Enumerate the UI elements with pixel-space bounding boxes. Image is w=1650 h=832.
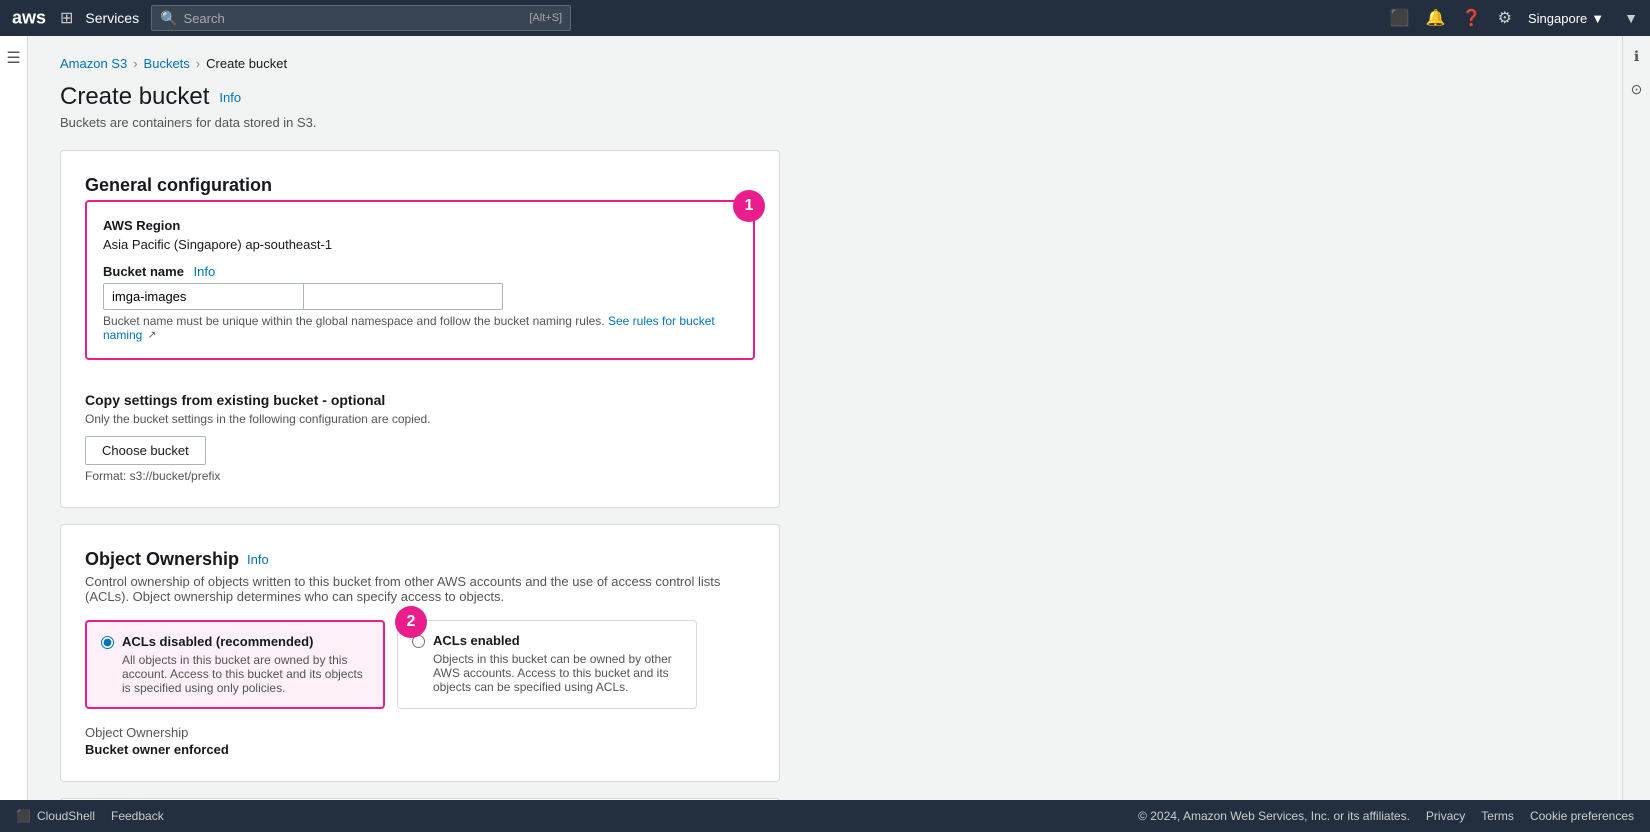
top-navigation: aws ⊞ Services 🔍 [Alt+S] ⬛ 🔔 ❓ ⚙ Singapo… — [0, 0, 1650, 36]
footer-left: ⬛ CloudShell Feedback — [16, 809, 164, 823]
choose-bucket-button[interactable]: Choose bucket — [85, 436, 206, 465]
copy-settings-section: Copy settings from existing bucket - opt… — [85, 392, 755, 483]
bucket-name-label: Bucket name Info — [103, 264, 737, 279]
object-ownership-card: Object Ownership Info Control ownership … — [60, 524, 780, 782]
sidebar-toggle: ☰ — [0, 36, 28, 800]
format-hint: Format: s3://bucket/prefix — [85, 469, 755, 483]
settings-icon[interactable]: ⚙ — [1498, 8, 1512, 28]
page-info-link[interactable]: Info — [219, 90, 241, 105]
bell-icon[interactable]: 🔔 — [1426, 8, 1446, 28]
search-shortcut: [Alt+S] — [529, 12, 562, 24]
footer: ⬛ CloudShell Feedback © 2024, Amazon Web… — [0, 800, 1650, 832]
breadcrumb-sep-2: › — [196, 56, 200, 71]
general-config-title: General configuration — [85, 175, 755, 196]
general-config-card: General configuration 1 AWS Region Asia … — [60, 150, 780, 508]
block-public-access-card: Block Public Access settings for this bu… — [60, 798, 780, 800]
ownership-result-value: Bucket owner enforced — [85, 742, 755, 757]
aws-region-value: Asia Pacific (Singapore) ap-southeast-1 — [103, 237, 737, 252]
acls-disabled-desc: All objects in this bucket are owned by … — [122, 653, 369, 695]
acls-enabled-title: ACLs enabled — [433, 633, 682, 648]
settings-panel-icon[interactable]: ⊙ — [1631, 81, 1643, 98]
breadcrumb: Amazon S3 › Buckets › Create bucket — [60, 56, 1590, 71]
bucket-name-input-row — [103, 283, 737, 310]
acls-disabled-option[interactable]: ACLs disabled (recommended) All objects … — [85, 620, 385, 709]
bucket-name-suffix-input[interactable] — [303, 283, 503, 310]
bucket-name-input[interactable] — [103, 283, 303, 310]
ownership-options: 2 ACLs disabled (recommended) All object… — [85, 620, 755, 709]
general-config-wrapper: 1 AWS Region Asia Pacific (Singapore) ap… — [85, 200, 755, 376]
search-input[interactable] — [184, 11, 526, 26]
terminal-icon[interactable]: ⬛ — [1390, 8, 1410, 28]
nav-right: ⬛ 🔔 ❓ ⚙ Singapore ▼ ▼ — [1390, 8, 1638, 28]
page-title: Create bucket — [60, 83, 209, 111]
terminal-icon: ⬛ — [16, 809, 31, 823]
ownership-description: Control ownership of objects written to … — [85, 574, 755, 604]
copy-settings-subtitle: Only the bucket settings in the followin… — [85, 412, 755, 426]
search-icon: 🔍 — [160, 10, 177, 27]
general-config-section-box: AWS Region Asia Pacific (Singapore) ap-s… — [85, 200, 755, 360]
copyright-text: © 2024, Amazon Web Services, Inc. or its… — [1138, 809, 1410, 823]
breadcrumb-buckets[interactable]: Buckets — [144, 56, 190, 71]
breadcrumb-sep-1: › — [133, 56, 137, 71]
expand-icon[interactable]: ▼ — [1624, 10, 1638, 26]
bucket-name-help-text: Bucket name must be unique within the gl… — [103, 314, 737, 342]
external-link-icon: ↗ — [148, 330, 156, 341]
search-bar: 🔍 [Alt+S] — [151, 5, 571, 31]
region-chevron: ▼ — [1591, 11, 1604, 26]
acls-disabled-radio[interactable] — [101, 636, 114, 649]
breadcrumb-current: Create bucket — [206, 56, 287, 71]
bucket-name-info-link[interactable]: Info — [194, 264, 216, 279]
right-panel: ℹ ⊙ — [1622, 36, 1650, 800]
cookies-link[interactable]: Cookie preferences — [1530, 809, 1634, 823]
svg-text:aws: aws — [12, 7, 46, 27]
main-content: Amazon S3 › Buckets › Create bucket Crea… — [28, 36, 1622, 800]
grid-icon[interactable]: ⊞ — [60, 8, 73, 28]
page-title-row: Create bucket Info — [60, 83, 1590, 111]
acls-enabled-desc: Objects in this bucket can be owned by o… — [433, 652, 682, 694]
step-1-badge: 1 — [733, 190, 765, 222]
page-subtitle: Buckets are containers for data stored i… — [60, 115, 1590, 130]
footer-right: © 2024, Amazon Web Services, Inc. or its… — [1138, 809, 1634, 823]
step-2-badge: 2 — [395, 606, 427, 638]
aws-logo[interactable]: aws — [12, 7, 48, 29]
acls-disabled-title: ACLs disabled (recommended) — [122, 634, 369, 649]
region-label: Singapore — [1528, 11, 1587, 26]
copy-settings-title: Copy settings from existing bucket - opt… — [85, 392, 755, 408]
ownership-result-label: Object Ownership — [85, 725, 755, 740]
privacy-link[interactable]: Privacy — [1426, 809, 1465, 823]
cloudshell-button[interactable]: ⬛ CloudShell — [16, 809, 95, 823]
feedback-link[interactable]: Feedback — [111, 809, 164, 823]
aws-region-label: AWS Region — [103, 218, 737, 233]
region-selector[interactable]: Singapore ▼ — [1528, 11, 1604, 26]
hamburger-icon[interactable]: ☰ — [6, 48, 20, 68]
info-panel-icon[interactable]: ℹ — [1634, 48, 1639, 65]
help-icon[interactable]: ❓ — [1462, 8, 1482, 28]
breadcrumb-s3[interactable]: Amazon S3 — [60, 56, 127, 71]
object-ownership-info-link[interactable]: Info — [247, 552, 269, 567]
terms-link[interactable]: Terms — [1481, 809, 1514, 823]
ownership-result: Object Ownership Bucket owner enforced — [85, 725, 755, 757]
object-ownership-title: Object Ownership Info — [85, 549, 755, 570]
services-link[interactable]: Services — [85, 10, 139, 26]
acls-enabled-option[interactable]: ACLs enabled Objects in this bucket can … — [397, 620, 697, 709]
